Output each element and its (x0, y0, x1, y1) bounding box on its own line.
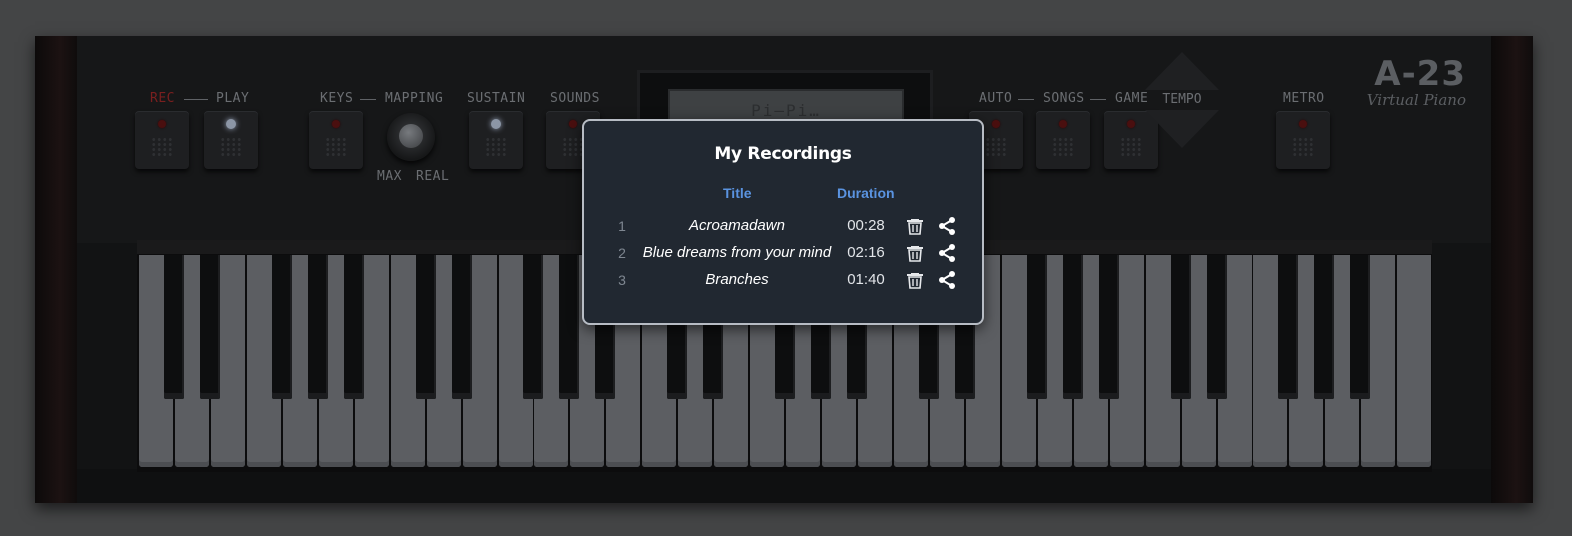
tempo-control: TEMPO (1145, 52, 1219, 148)
songs-label: SONGS (1043, 91, 1085, 106)
rec-play-divider (184, 99, 208, 100)
play-button[interactable] (204, 111, 258, 169)
title-column-header: Title (723, 185, 752, 201)
share-icon[interactable] (936, 242, 958, 264)
metro-button[interactable] (1276, 111, 1330, 169)
button-grill (325, 137, 347, 157)
bottom-rail (77, 469, 1491, 503)
black-key[interactable] (307, 255, 328, 399)
game-led (1127, 120, 1135, 128)
rec-label: REC (150, 91, 175, 106)
recording-duration: 01:40 (847, 271, 885, 288)
lcd-text: Pi–Pi… (751, 101, 821, 120)
mapping-label: MAPPING (385, 91, 444, 106)
keys-button[interactable] (309, 111, 363, 169)
duration-column-header: Duration (837, 185, 895, 201)
game-label: GAME (1115, 91, 1149, 106)
black-key[interactable] (271, 255, 292, 399)
trash-icon[interactable] (904, 269, 926, 291)
tempo-up-button[interactable] (1145, 52, 1219, 90)
sustain-label: SUSTAIN (467, 91, 526, 106)
share-icon[interactable] (936, 269, 958, 291)
brand: A-23 Virtual Piano (1367, 56, 1466, 108)
songs-button[interactable] (1036, 111, 1090, 169)
black-key[interactable] (1278, 255, 1299, 399)
tempo-label: TEMPO (1162, 92, 1202, 107)
button-grill (151, 137, 173, 157)
black-key[interactable] (163, 255, 184, 399)
button-grill (1292, 137, 1314, 157)
play-led (226, 119, 236, 129)
black-key[interactable] (1098, 255, 1119, 399)
button-grill (485, 137, 507, 157)
black-key[interactable] (451, 255, 472, 399)
songs-game-divider (1090, 99, 1106, 100)
button-grill (985, 137, 1007, 157)
recording-title[interactable]: Blue dreams from your mind (640, 244, 834, 261)
black-key[interactable] (1206, 255, 1227, 399)
knob-max-label: MAX (377, 169, 402, 184)
trash-icon[interactable] (904, 215, 926, 237)
share-icon[interactable] (936, 215, 958, 237)
play-label: PLAY (216, 91, 250, 106)
rec-button[interactable] (135, 111, 189, 169)
auto-songs-divider (1018, 99, 1034, 100)
button-grill (1120, 137, 1142, 157)
sounds-led (569, 120, 577, 128)
recording-duration: 00:28 (847, 217, 885, 234)
black-key[interactable] (559, 255, 580, 399)
auto-label: AUTO (979, 91, 1013, 106)
black-key[interactable] (343, 255, 364, 399)
button-grill (1052, 137, 1074, 157)
recording-row[interactable]: 1 Acroamadawn 00:28 (584, 214, 982, 240)
black-key[interactable] (1062, 255, 1083, 399)
metro-led (1299, 120, 1307, 128)
knob-cap (399, 124, 423, 148)
black-key[interactable] (415, 255, 436, 399)
black-key[interactable] (1350, 255, 1371, 399)
knob-real-label: REAL (416, 169, 450, 184)
recording-index: 2 (618, 245, 626, 261)
right-cheek (1491, 36, 1533, 503)
recording-index: 1 (618, 218, 626, 234)
keys-led (332, 120, 340, 128)
left-cheek (35, 36, 77, 503)
black-key[interactable] (1170, 255, 1191, 399)
black-key[interactable] (1314, 255, 1335, 399)
recording-title[interactable]: Acroamadawn (640, 217, 834, 234)
trash-icon[interactable] (904, 242, 926, 264)
button-grill (562, 137, 584, 157)
modal-title: My Recordings (714, 144, 852, 164)
songs-led (1059, 120, 1067, 128)
brand-subtitle: Virtual Piano (1366, 91, 1466, 109)
sounds-label: SOUNDS (550, 91, 600, 106)
recording-title[interactable]: Branches (640, 271, 834, 288)
sustain-led (491, 119, 501, 129)
auto-led (992, 120, 1000, 128)
recordings-modal: My Recordings Title Duration 1 Acroamada… (582, 119, 984, 325)
brand-model: A-23 (1374, 54, 1466, 94)
black-key[interactable] (1026, 255, 1047, 399)
black-key[interactable] (199, 255, 220, 399)
recording-index: 3 (618, 272, 626, 288)
black-key[interactable] (523, 255, 544, 399)
keys-mapping-divider (360, 99, 376, 100)
recording-row[interactable]: 2 Blue dreams from your mind 02:16 (584, 241, 982, 267)
keys-label: KEYS (320, 91, 354, 106)
recording-duration: 02:16 (847, 244, 885, 261)
metro-label: METRO (1283, 91, 1325, 106)
sustain-button[interactable] (469, 111, 523, 169)
rec-led (158, 120, 166, 128)
tempo-down-button[interactable] (1145, 110, 1219, 148)
mapping-knob[interactable] (387, 113, 435, 161)
white-key[interactable] (1397, 255, 1432, 467)
recording-row[interactable]: 3 Branches 01:40 (584, 268, 982, 294)
button-grill (220, 137, 242, 157)
